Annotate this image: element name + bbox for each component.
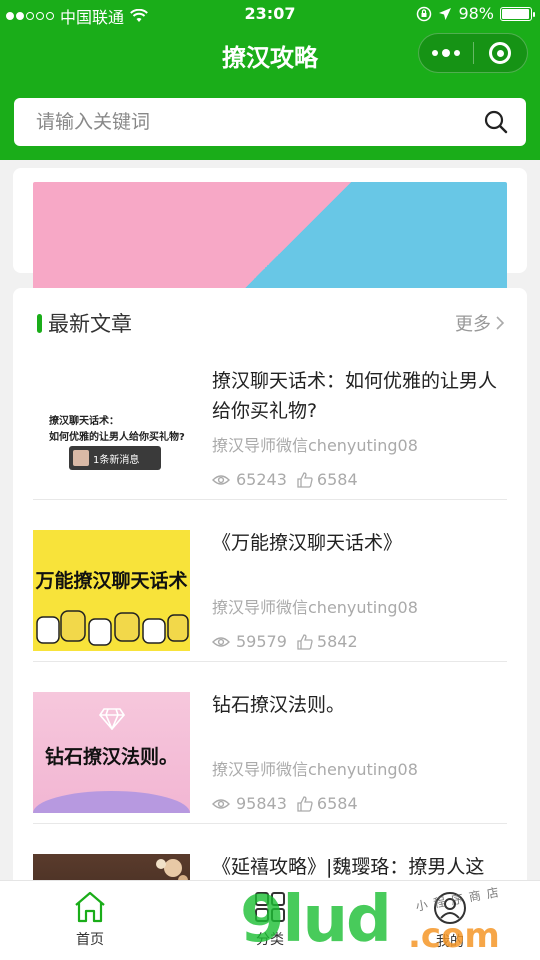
more-menu-button[interactable] xyxy=(419,34,473,72)
thumbs-up-icon xyxy=(297,633,313,650)
article-item[interactable]: 钻石撩汉法则。 钻石撩汉法则。 撩汉导师微信chenyuting08 95843… xyxy=(33,662,507,824)
section-accent-bar xyxy=(37,314,42,333)
view-count: 59579 xyxy=(236,632,287,651)
battery-percent: 98% xyxy=(458,4,494,23)
more-link[interactable]: 更多 xyxy=(455,310,505,336)
likes: 6584 xyxy=(297,794,358,813)
likes: 5842 xyxy=(297,632,358,651)
tab-label: 首页 xyxy=(76,932,104,948)
thumb-text: 撩汉聊天话术： xyxy=(49,416,119,427)
article-stats: 65243 6584 xyxy=(212,470,358,489)
article-thumbnail: 万能撩汉聊天话术 xyxy=(33,530,190,651)
article-author: 撩汉导师微信chenyuting08 xyxy=(212,436,418,455)
like-count: 6584 xyxy=(316,794,358,813)
search-bar xyxy=(14,98,526,146)
location-arrow-icon xyxy=(439,7,452,20)
tab-profile[interactable]: 我的 xyxy=(360,881,540,960)
article-thumbnail: 撩汉聊天话术： 如何优雅的让男人给你买礼物? 1条新消息 xyxy=(33,368,190,489)
category-card: 专栏 文章 xyxy=(13,168,527,344)
status-bar: 中国联通 23:07 98% xyxy=(0,0,540,28)
thumbs-up-icon xyxy=(297,471,313,488)
close-target-icon xyxy=(489,42,512,64)
battery-level xyxy=(502,8,530,19)
miniprogram-capsule xyxy=(418,33,528,73)
category-article[interactable]: 文章 xyxy=(33,168,527,344)
thumbs-up-icon xyxy=(297,795,313,812)
status-right: 98% xyxy=(416,4,535,23)
thumb-badge-text: 1条新消息 xyxy=(93,454,140,466)
article-author: 撩汉导师微信chenyuting08 xyxy=(212,760,418,779)
thumb-text: 如何优雅的让男人给你买礼物? xyxy=(49,432,185,443)
view-count: 65243 xyxy=(236,470,287,489)
article-title: 《万能撩汉聊天话术》 xyxy=(212,532,403,554)
close-miniprogram-button[interactable] xyxy=(474,42,527,64)
section-header: 最新文章 更多 xyxy=(13,308,527,338)
battery-icon xyxy=(500,6,535,21)
section-title: 最新文章 xyxy=(48,312,132,336)
view-count: 95843 xyxy=(236,794,287,813)
tab-label: 我的 xyxy=(436,934,464,950)
latest-articles-card: 最新文章 更多 撩汉聊天话术： 如何优雅的让男人给你买礼物? 1条新消息 撩汉聊… xyxy=(13,288,527,960)
tab-label: 分类 xyxy=(256,932,284,948)
article-title: 《延禧攻略》|魏璎珞：撩男人这 xyxy=(212,856,485,878)
chat-bubbles-illustration xyxy=(36,610,189,646)
thumb-text: 钻石撩汉法则。 xyxy=(44,746,178,768)
search-icon[interactable] xyxy=(484,110,508,134)
thumb-badge: 1条新消息 xyxy=(69,446,161,470)
chevron-right-icon xyxy=(496,316,505,330)
article-title: 钻石撩汉法则。 xyxy=(212,694,346,716)
user-icon xyxy=(434,892,466,924)
diamond-icon xyxy=(99,708,125,730)
like-count: 5842 xyxy=(316,632,358,651)
like-count: 6584 xyxy=(316,470,358,489)
home-icon xyxy=(75,891,105,923)
grid-icon xyxy=(255,892,285,922)
search-input[interactable] xyxy=(36,111,484,133)
tab-bar: 首页 分类 我的 xyxy=(0,880,540,960)
rotation-lock-icon xyxy=(417,6,432,21)
article-item[interactable]: 撩汉聊天话术： 如何优雅的让男人给你买礼物? 1条新消息 撩汉聊天话术：如何优雅… xyxy=(33,338,507,500)
article-title: 撩汉聊天话术：如何优雅的让男人给你买礼物? xyxy=(212,370,498,422)
thumb-decoration xyxy=(33,791,190,813)
article-thumbnail: 钻石撩汉法则。 xyxy=(33,692,190,813)
tab-home[interactable]: 首页 xyxy=(0,881,180,960)
eye-icon xyxy=(212,474,230,485)
article-stats: 95843 6584 xyxy=(212,794,358,813)
eye-icon xyxy=(212,798,230,809)
likes: 6584 xyxy=(297,470,358,489)
eye-icon xyxy=(212,636,230,647)
app-header: 中国联通 23:07 98% 撩汉攻略 xyxy=(0,0,540,160)
avatar xyxy=(73,450,89,466)
thumb-text: 万能撩汉聊天话术 xyxy=(35,570,188,592)
article-item[interactable]: 万能撩汉聊天话术 《万能撩汉聊天话术》 撩汉导师微信chenyuting08 5… xyxy=(33,500,507,662)
tab-categories[interactable]: 分类 xyxy=(180,881,360,960)
article-author: 撩汉导师微信chenyuting08 xyxy=(212,598,418,617)
article-stats: 59579 5842 xyxy=(212,632,358,651)
more-label: 更多 xyxy=(455,314,491,335)
